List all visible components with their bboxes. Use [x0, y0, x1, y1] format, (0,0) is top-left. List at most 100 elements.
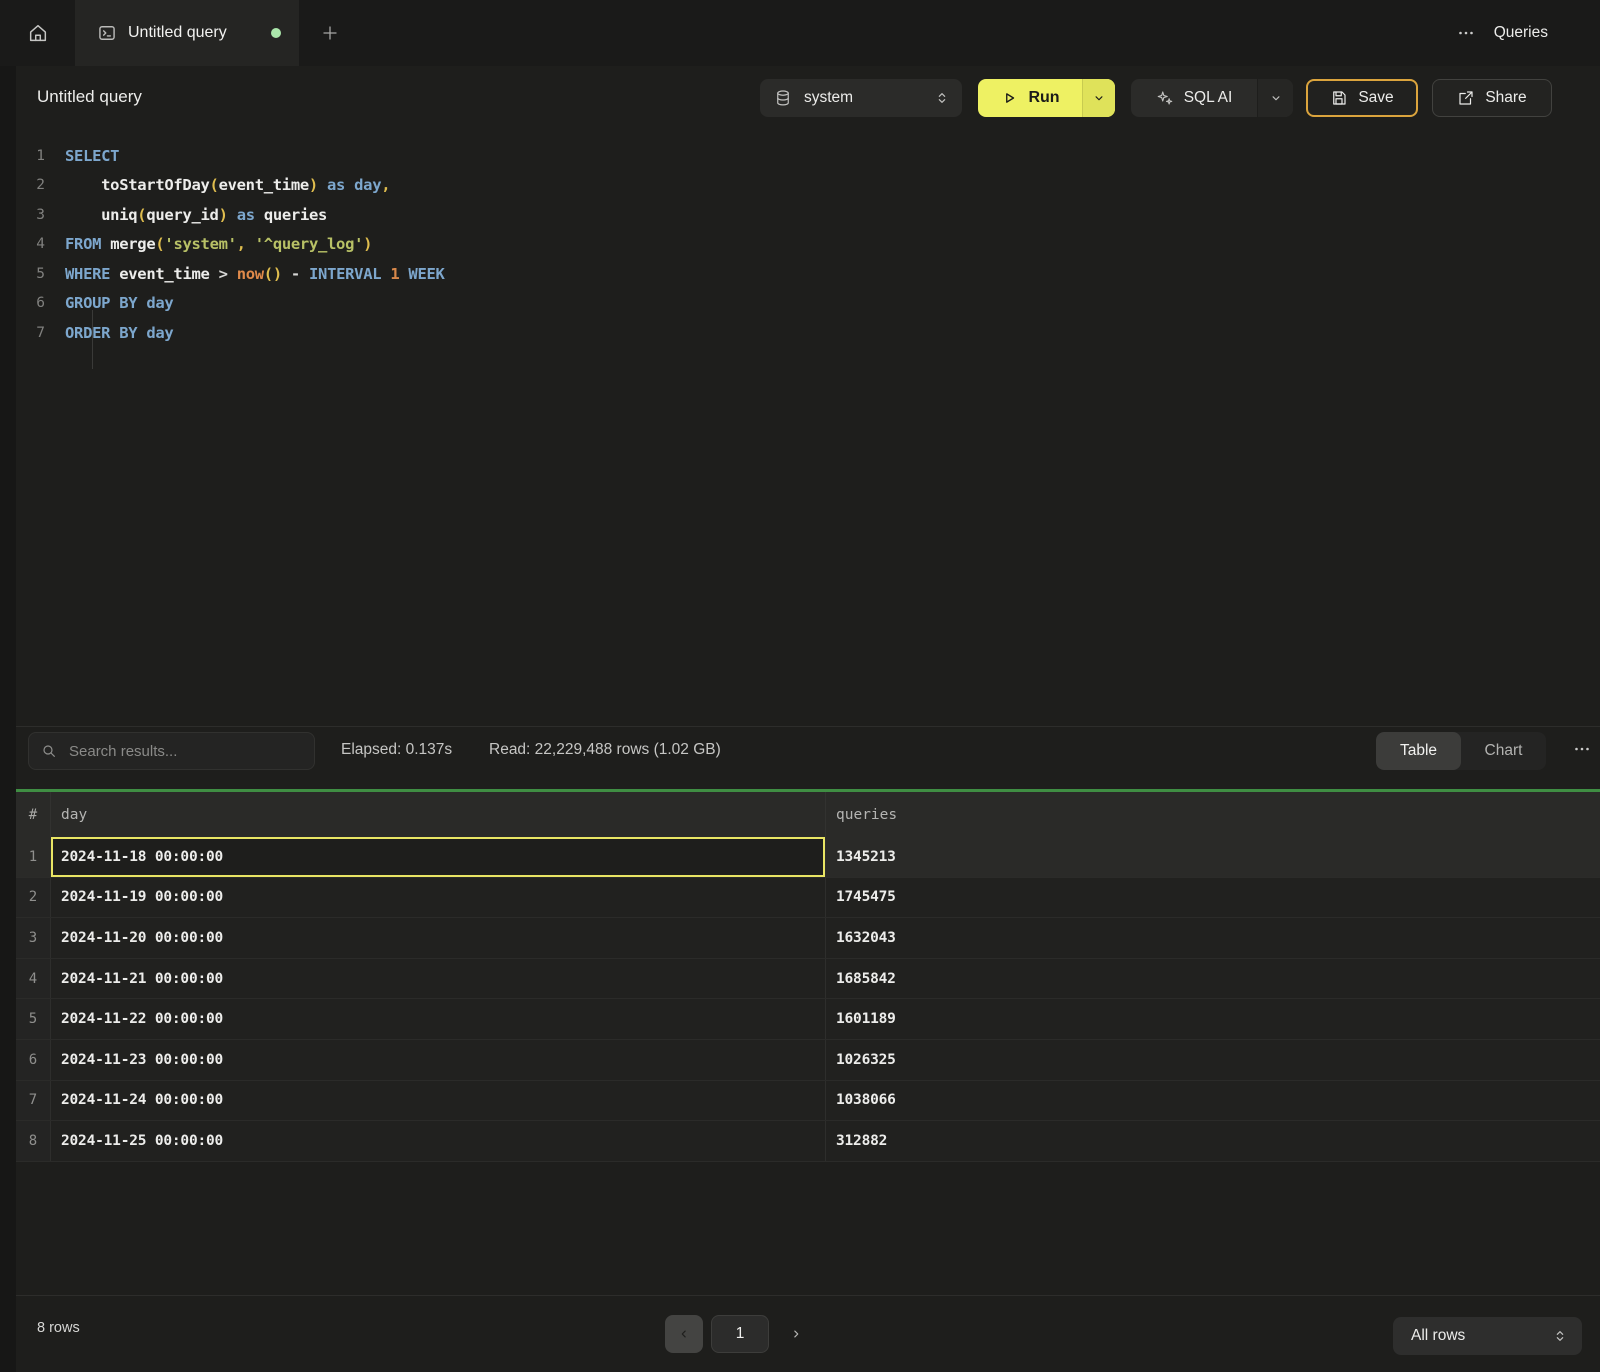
chevron-right-icon — [789, 1327, 803, 1341]
code-text: uniq(query_id) as queries — [48, 206, 327, 224]
cell-queries[interactable]: 1038066 — [826, 1081, 1600, 1121]
cell-day[interactable]: 2024-11-21 00:00:00 — [51, 959, 826, 999]
database-select[interactable]: system — [760, 79, 962, 117]
view-toggle: Table Chart — [1376, 732, 1546, 770]
cell-day[interactable]: 2024-11-25 00:00:00 — [51, 1121, 826, 1161]
indent-guide — [92, 310, 93, 369]
home-button[interactable] — [0, 0, 75, 66]
cell-day[interactable]: 2024-11-23 00:00:00 — [51, 1040, 826, 1080]
cell-queries[interactable]: 1685842 — [826, 959, 1600, 999]
grid-header: # day queries — [16, 792, 1600, 837]
row-number: 8 — [16, 1121, 51, 1161]
new-tab-button[interactable] — [299, 0, 360, 66]
sql-ai-button[interactable]: SQL AI — [1131, 79, 1257, 117]
tab-chart-view[interactable]: Chart — [1461, 732, 1546, 770]
row-number: 2 — [16, 878, 51, 918]
next-page-button[interactable] — [781, 1315, 811, 1353]
code-line[interactable]: 2 toStartOfDay(event_time) as day, — [16, 171, 1600, 201]
code-line[interactable]: 4 FROM merge('system', '^query_log') — [16, 230, 1600, 260]
line-number: 1 — [16, 148, 48, 164]
code-text: toStartOfDay(event_time) as day, — [48, 176, 390, 194]
results-menu-button[interactable] — [1568, 740, 1596, 758]
sql-ai-options-button[interactable] — [1257, 79, 1293, 117]
code-lines: 1 SELECT 2 toStartOfDay(event_time) as d… — [16, 141, 1600, 348]
cell-queries[interactable]: 1601189 — [826, 999, 1600, 1039]
header-queries[interactable]: queries — [826, 792, 1600, 837]
chevron-down-icon — [1092, 91, 1106, 105]
cell-day[interactable]: 2024-11-18 00:00:00 — [51, 837, 826, 877]
tab-untitled-query[interactable]: Untitled query — [75, 0, 299, 66]
row-number: 6 — [16, 1040, 51, 1080]
header-index: # — [16, 792, 51, 837]
prev-page-button[interactable] — [665, 1315, 703, 1353]
code-line[interactable]: 7 ORDER BY day — [16, 318, 1600, 348]
code-line[interactable]: 1 SELECT — [16, 141, 1600, 171]
page-size-select[interactable]: All rows — [1393, 1317, 1582, 1355]
unsaved-dot — [271, 28, 281, 38]
sql-ai-button-group: SQL AI — [1131, 79, 1293, 117]
sparkles-icon — [1156, 89, 1174, 107]
table-row[interactable]: 5 2024-11-22 00:00:00 1601189 — [16, 999, 1600, 1040]
play-icon — [1000, 89, 1018, 107]
table-row[interactable]: 2 2024-11-19 00:00:00 1745475 — [16, 878, 1600, 919]
tab-title: Untitled query — [128, 24, 260, 42]
row-number: 7 — [16, 1081, 51, 1121]
cell-day[interactable]: 2024-11-22 00:00:00 — [51, 999, 826, 1039]
sql-ai-label: SQL AI — [1184, 89, 1233, 107]
results-footer: 8 rows 1 All rows — [16, 1295, 1600, 1372]
table-row[interactable]: 1 2024-11-18 00:00:00 1345213 — [16, 837, 1600, 878]
line-number: 5 — [16, 266, 48, 282]
grid-body: 1 2024-11-18 00:00:00 1345213 2 2024-11-… — [16, 837, 1600, 1162]
home-icon — [27, 22, 49, 44]
cell-queries[interactable]: 1345213 — [826, 837, 1600, 877]
table-row[interactable]: 3 2024-11-20 00:00:00 1632043 — [16, 918, 1600, 959]
queries-menu-button[interactable] — [1454, 26, 1478, 40]
code-text: SELECT — [48, 147, 119, 165]
page-number-button[interactable]: 1 — [711, 1315, 769, 1353]
cell-queries[interactable]: 1026325 — [826, 1040, 1600, 1080]
row-number: 3 — [16, 918, 51, 958]
share-button[interactable]: Share — [1432, 79, 1552, 117]
row-number: 5 — [16, 999, 51, 1039]
code-line[interactable]: 6 GROUP BY day — [16, 289, 1600, 319]
line-number: 3 — [16, 207, 48, 223]
line-number: 7 — [16, 325, 48, 341]
page-size-value: All rows — [1411, 1327, 1552, 1345]
tab-table-view[interactable]: Table — [1376, 732, 1461, 770]
read-stat: Read: 22,229,488 rows (1.02 GB) — [489, 741, 721, 759]
cell-queries[interactable]: 1745475 — [826, 878, 1600, 918]
cell-queries[interactable]: 1632043 — [826, 918, 1600, 958]
table-row[interactable]: 8 2024-11-25 00:00:00 312882 — [16, 1121, 1600, 1162]
cell-day[interactable]: 2024-11-20 00:00:00 — [51, 918, 826, 958]
run-button[interactable]: Run — [978, 79, 1082, 117]
search-results-input[interactable] — [28, 732, 315, 770]
code-text: ORDER BY day — [48, 324, 173, 342]
share-label: Share — [1485, 89, 1526, 107]
cell-day[interactable]: 2024-11-19 00:00:00 — [51, 878, 826, 918]
queries-link[interactable]: Queries — [1494, 24, 1548, 42]
save-icon — [1330, 89, 1348, 107]
code-line[interactable]: 3 uniq(query_id) as queries — [16, 200, 1600, 230]
results-toolbar: Elapsed: 0.137s Read: 22,229,488 rows (1… — [16, 726, 1600, 789]
code-text: WHERE event_time > now() - INTERVAL 1 WE… — [48, 265, 445, 283]
line-number: 6 — [16, 295, 48, 311]
updown-chevron-icon — [934, 90, 950, 106]
cell-day[interactable]: 2024-11-24 00:00:00 — [51, 1081, 826, 1121]
cell-queries[interactable]: 312882 — [826, 1121, 1600, 1161]
page-title: Untitled query — [37, 87, 142, 107]
save-button[interactable]: Save — [1306, 79, 1418, 117]
ellipsis-icon — [1458, 30, 1474, 36]
table-row[interactable]: 6 2024-11-23 00:00:00 1026325 — [16, 1040, 1600, 1081]
table-row[interactable]: 7 2024-11-24 00:00:00 1038066 — [16, 1081, 1600, 1122]
updown-chevron-icon — [1552, 1328, 1568, 1344]
header-day[interactable]: day — [51, 792, 826, 837]
chevron-left-icon — [677, 1327, 691, 1341]
top-tab-bar: Untitled query Queries — [0, 0, 1600, 66]
database-select-value: system — [804, 89, 934, 107]
run-options-button[interactable] — [1082, 79, 1115, 117]
table-row[interactable]: 4 2024-11-21 00:00:00 1685842 — [16, 959, 1600, 1000]
results-grid: # day queries 1 2024-11-18 00:00:00 1345… — [16, 792, 1600, 1162]
sql-editor[interactable]: 1 SELECT 2 toStartOfDay(event_time) as d… — [16, 140, 1600, 726]
save-label: Save — [1358, 89, 1393, 107]
code-line[interactable]: 5 WHERE event_time > now() - INTERVAL 1 … — [16, 259, 1600, 289]
